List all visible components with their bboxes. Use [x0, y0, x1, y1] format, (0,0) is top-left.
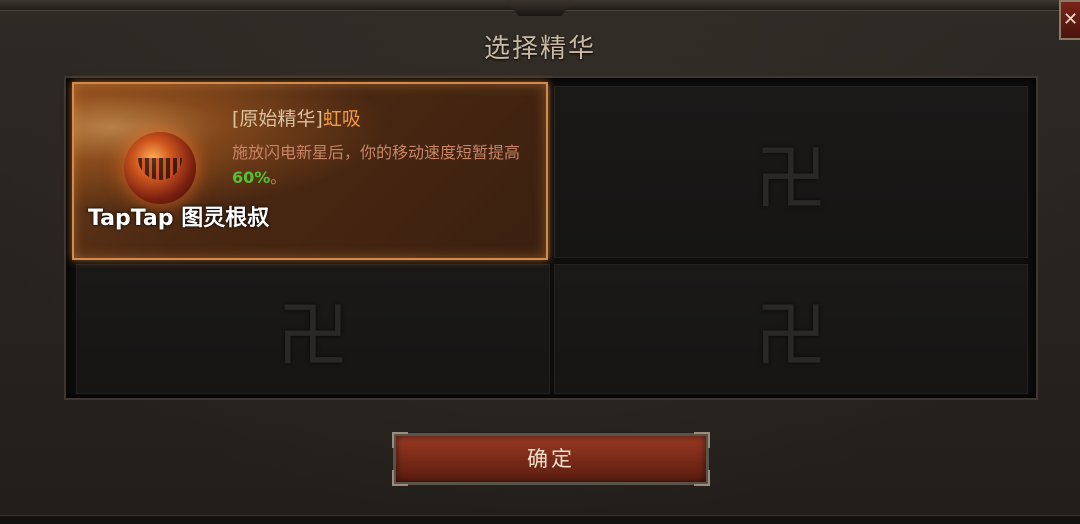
empty-slot-emblem-icon: 卍 — [754, 293, 828, 378]
dialog-title: 选择精华 — [483, 34, 596, 64]
essence-percent: 60% — [232, 168, 271, 187]
essence-select-dialog: 选择精华 ✕ 卍 卍 卍 [原始精华]虹吸 施放闪电新星后，你的移动速度短暂提高… — [0, 0, 1080, 524]
essence-desc-end: 。 — [270, 168, 287, 187]
button-corner-ornament — [392, 432, 408, 448]
essence-name: [原始精华]虹吸 — [232, 104, 361, 131]
essence-title: 虹吸 — [322, 108, 361, 130]
essence-slot-2[interactable]: 卍 — [554, 86, 1028, 258]
essence-description: 施放闪电新星后，你的移动速度短暂提高 60%。 — [232, 140, 542, 190]
watermark: TapTap 图灵根叔 — [88, 206, 270, 231]
essence-gem-icon — [124, 132, 196, 204]
button-corner-ornament — [392, 470, 408, 486]
empty-slot-emblem-icon: 卍 — [754, 136, 828, 221]
selected-essence-card[interactable]: [原始精华]虹吸 施放闪电新星后，你的移动速度短暂提高 60%。 TapTap 图… — [72, 82, 548, 260]
confirm-button[interactable]: 确定 — [392, 432, 710, 486]
essence-slot-3[interactable]: 卍 — [76, 264, 550, 394]
close-button[interactable]: ✕ — [1059, 0, 1080, 40]
essence-rarity: [原始精华] — [232, 108, 323, 130]
top-ornament — [505, 0, 575, 16]
close-icon: ✕ — [1062, 9, 1079, 30]
essence-slot-4[interactable]: 卍 — [554, 264, 1028, 394]
empty-slot-emblem-icon: 卍 — [276, 293, 350, 378]
button-corner-ornament — [694, 432, 710, 448]
essence-desc-text: 施放闪电新星后，你的移动速度短暂提高 — [232, 143, 521, 162]
confirm-label: 确定 — [527, 447, 575, 471]
button-corner-ornament — [694, 470, 710, 486]
